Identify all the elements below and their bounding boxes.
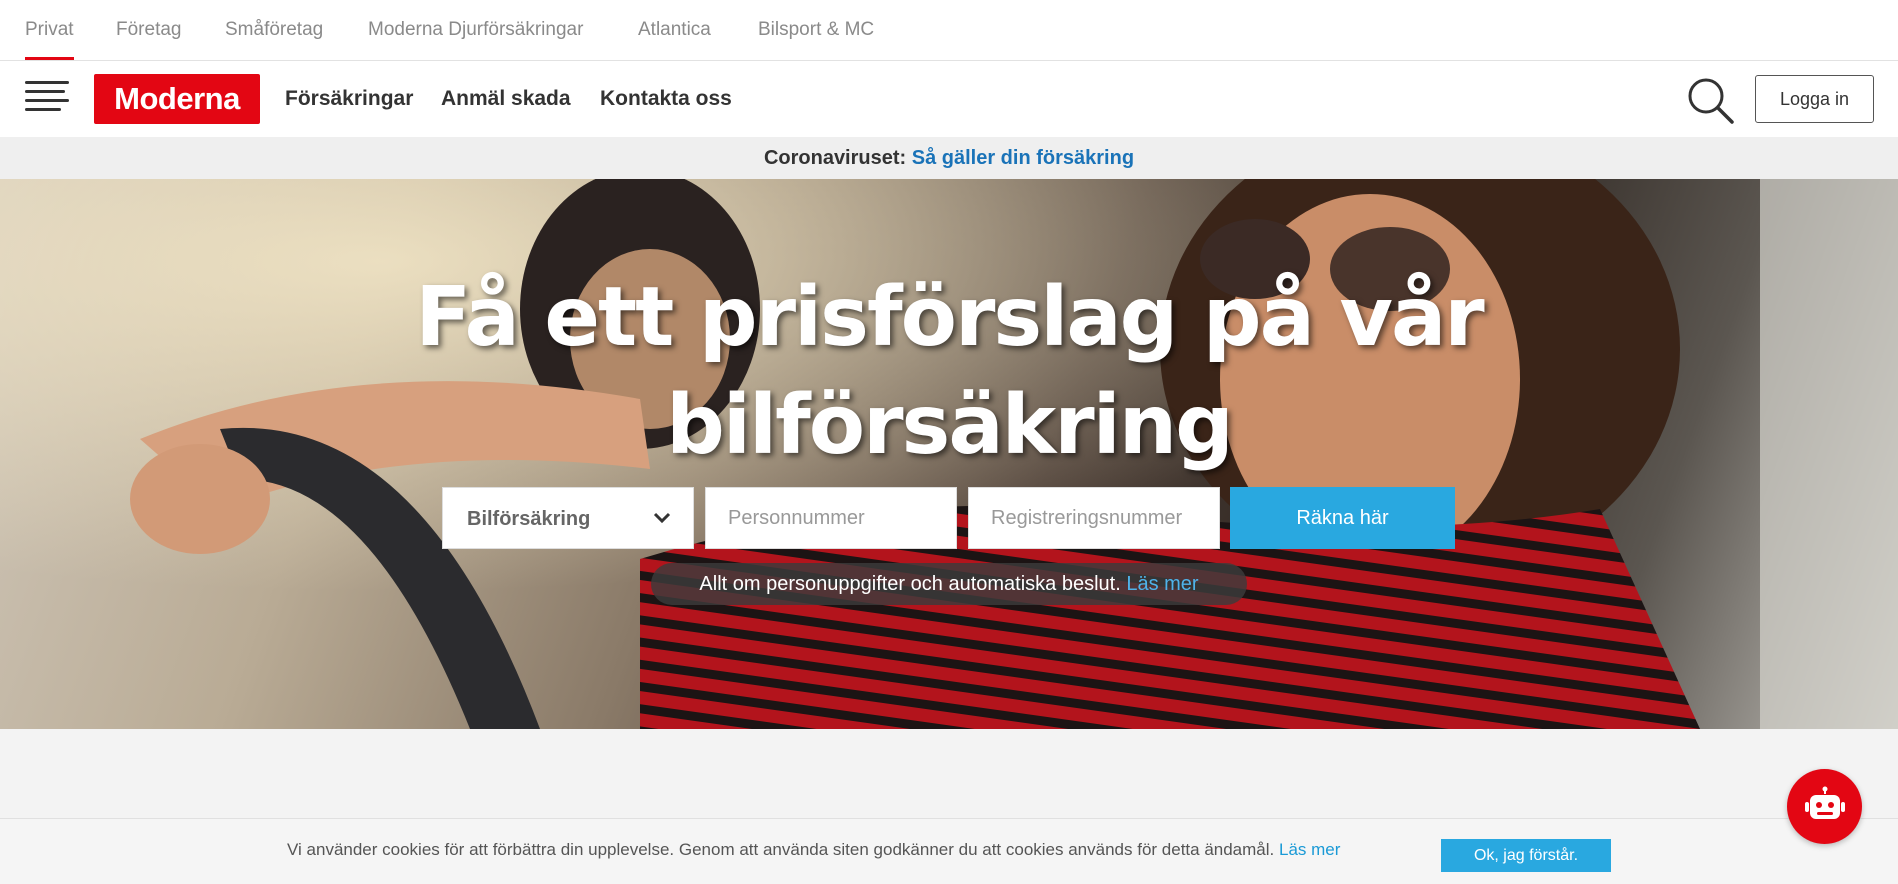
- nav-forsakringar[interactable]: Försäkringar: [285, 61, 413, 137]
- segment-privat[interactable]: Privat: [25, 0, 74, 60]
- main-header: Moderna Försäkringar Anmäl skada Kontakt…: [0, 61, 1898, 137]
- privacy-read-more-link[interactable]: Läs mer: [1126, 573, 1198, 595]
- hero-banner: Få ett prisförslag på vår bilförsäkring …: [0, 179, 1898, 729]
- notice-label: Coronaviruset:: [763, 147, 907, 169]
- segment-bilsport-mc[interactable]: Bilsport & MC: [758, 0, 874, 60]
- privacy-info: Allt om personuppgifter och automatiska …: [651, 563, 1247, 605]
- cookie-read-more-link[interactable]: Läs mer: [1279, 840, 1340, 859]
- chevron-down-icon: [653, 512, 671, 524]
- insurance-type-value: Bilförsäkring: [467, 508, 591, 530]
- search-icon[interactable]: [1686, 76, 1734, 124]
- cookie-message: Vi använder cookies för att förbättra di…: [287, 819, 1340, 881]
- segment-foretag[interactable]: Företag: [116, 0, 181, 60]
- registreringsnummer-input[interactable]: [969, 488, 1219, 548]
- cookie-accept-button[interactable]: Ok, jag förstår.: [1441, 839, 1611, 872]
- login-button[interactable]: Logga in: [1755, 75, 1874, 123]
- segment-djurforsakringar[interactable]: Moderna Djurförsäkringar: [368, 0, 583, 60]
- robot-icon: [1805, 786, 1845, 819]
- personnummer-field: [705, 487, 957, 549]
- corona-notice: Coronaviruset: Så gäller din försäkring: [0, 137, 1898, 179]
- calculate-button[interactable]: Räkna här: [1230, 487, 1455, 549]
- registreringsnummer-field: [968, 487, 1220, 549]
- moderna-logo[interactable]: Moderna: [94, 74, 260, 124]
- hero-title-line2: bilförsäkring: [666, 378, 1234, 473]
- hero-title: Få ett prisförslag på vår bilförsäkring: [0, 264, 1898, 480]
- cookie-text: Vi använder cookies för att förbättra di…: [287, 840, 1275, 859]
- chatbot-button[interactable]: [1787, 769, 1862, 844]
- segment-smaforetag[interactable]: Småföretag: [225, 0, 323, 60]
- hero-title-line1: Få ett prisförslag på vår: [415, 270, 1484, 365]
- personnummer-input[interactable]: [706, 488, 956, 548]
- segment-bar: Privat Företag Småföretag Moderna Djurfö…: [0, 0, 1898, 61]
- segment-atlantica[interactable]: Atlantica: [638, 0, 711, 60]
- notice-link[interactable]: Så gäller din försäkring: [912, 147, 1134, 169]
- insurance-type-select[interactable]: Bilförsäkring: [442, 487, 694, 549]
- nav-kontakta-oss[interactable]: Kontakta oss: [600, 61, 732, 137]
- hamburger-menu-icon[interactable]: [25, 79, 69, 115]
- cookie-bar: Vi använder cookies för att förbättra di…: [0, 818, 1898, 884]
- privacy-text: Allt om personuppgifter och automatiska …: [699, 573, 1121, 595]
- nav-anmal-skada[interactable]: Anmäl skada: [441, 61, 571, 137]
